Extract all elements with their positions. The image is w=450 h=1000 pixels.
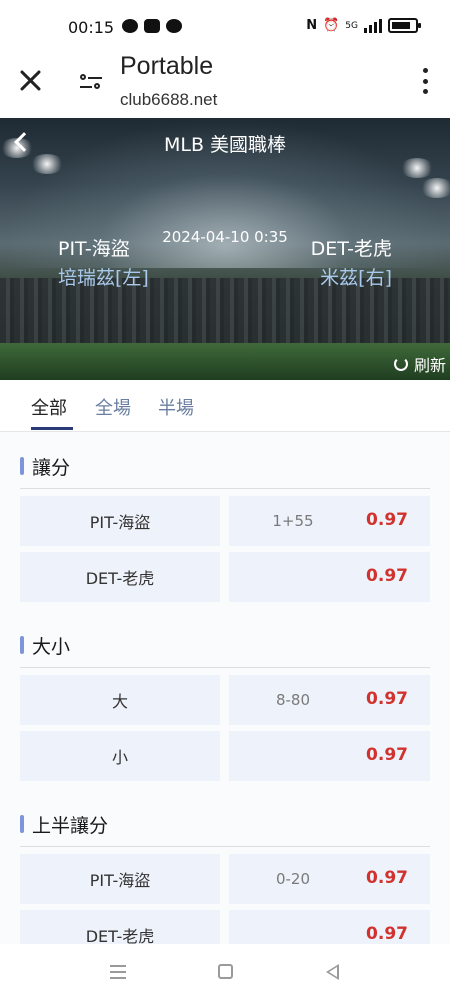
site-settings-icon[interactable] xyxy=(80,72,102,92)
total-line: 8-80 xyxy=(275,691,311,709)
refresh-button[interactable]: 刷新 xyxy=(393,352,446,376)
browser-title: Portable xyxy=(120,52,214,80)
section-marker xyxy=(20,457,24,475)
away-pitcher: 米茲[右] xyxy=(320,267,392,289)
market-header: 上半讓分 xyxy=(20,812,109,837)
active-tab-indicator xyxy=(31,427,73,430)
line-icon xyxy=(166,19,182,33)
status-time: 00:15 xyxy=(68,18,115,37)
market-title: 讓分 xyxy=(32,456,71,479)
section-marker xyxy=(20,815,24,833)
market-tabs: 全部 全場 半場 xyxy=(0,380,450,432)
odds-button[interactable]: 1+55 0.97 xyxy=(229,496,430,546)
tab-half-game[interactable]: 半場 xyxy=(158,394,194,420)
chat-bubble-icon xyxy=(122,19,138,33)
selection-cell: 大 xyxy=(20,675,220,725)
handicap-line: 1+55 xyxy=(272,512,314,530)
signal-icon xyxy=(364,18,382,33)
handicap-line: 0-20 xyxy=(275,870,311,888)
stadium-field xyxy=(0,343,450,380)
refresh-label: 刷新 xyxy=(413,356,446,375)
browser-header: Portable club6688.net xyxy=(0,50,450,118)
notification-icons xyxy=(122,19,182,33)
odds-value: 0.97 xyxy=(366,745,408,765)
refresh-icon xyxy=(393,357,408,371)
away-team-name: DET-老虎 xyxy=(310,238,392,260)
system-nav-bar xyxy=(0,944,450,1000)
odds-button[interactable]: 0.97 xyxy=(229,910,430,944)
tab-all[interactable]: 全部 xyxy=(31,394,67,420)
selection-cell: PIT-海盜 xyxy=(20,854,220,904)
odds-button[interactable]: 8-80 0.97 xyxy=(229,675,430,725)
home-team: PIT-海盜 培瑞茲[左] xyxy=(58,234,149,290)
battery-icon xyxy=(388,18,421,33)
system-icons: N ⏰ 5G xyxy=(306,18,421,33)
youtube-icon xyxy=(144,19,160,33)
odds-value: 0.97 xyxy=(366,689,408,709)
odds-button[interactable]: 0-20 0.97 xyxy=(229,854,430,904)
away-team: DET-老虎 米茲[右] xyxy=(311,234,392,290)
divider xyxy=(20,488,430,489)
market-title: 上半讓分 xyxy=(32,814,109,837)
nfc-icon: N xyxy=(306,18,318,33)
selection-cell: 小 xyxy=(20,731,220,781)
odds-button[interactable]: 0.97 xyxy=(229,731,430,781)
home-icon[interactable] xyxy=(218,964,233,979)
odds-value: 0.97 xyxy=(366,566,408,586)
divider xyxy=(20,667,430,668)
odds-button[interactable]: 0.97 xyxy=(229,552,430,602)
section-marker xyxy=(20,636,24,654)
stadium-light-icon xyxy=(400,158,434,178)
selection-cell: DET-老虎 xyxy=(20,552,220,602)
selection-cell: PIT-海盜 xyxy=(20,496,220,546)
home-pitcher: 培瑞茲[左] xyxy=(58,267,149,289)
tab-full-game[interactable]: 全場 xyxy=(95,394,131,420)
network-label: 5G xyxy=(345,20,358,31)
close-button[interactable] xyxy=(18,68,44,94)
selection-cell: DET-老虎 xyxy=(20,910,220,944)
odds-value: 0.97 xyxy=(366,868,408,888)
alarm-icon: ⏰ xyxy=(323,18,340,33)
browser-url: club6688.net xyxy=(120,90,218,109)
market-header: 大小 xyxy=(20,633,71,658)
stadium-light-icon xyxy=(420,178,450,198)
odds-value: 0.97 xyxy=(366,510,408,530)
back-triangle-icon[interactable] xyxy=(326,964,339,980)
league-title: MLB 美國職棒 xyxy=(163,134,287,156)
markets-list: 讓分 PIT-海盜 1+55 0.97 DET-老虎 0.97 大小 大 8-8… xyxy=(0,432,450,944)
recent-apps-icon[interactable] xyxy=(110,965,126,979)
more-menu-icon[interactable] xyxy=(420,68,430,94)
game-banner: MLB 美國職棒 2024-04-10 0:35 PIT-海盜 培瑞茲[左] D… xyxy=(0,118,450,380)
home-team-name: PIT-海盜 xyxy=(58,238,130,260)
market-title: 大小 xyxy=(32,635,71,658)
odds-value: 0.97 xyxy=(366,924,408,944)
divider xyxy=(20,846,430,847)
stadium-light-icon xyxy=(30,154,64,174)
market-header: 讓分 xyxy=(20,454,71,479)
